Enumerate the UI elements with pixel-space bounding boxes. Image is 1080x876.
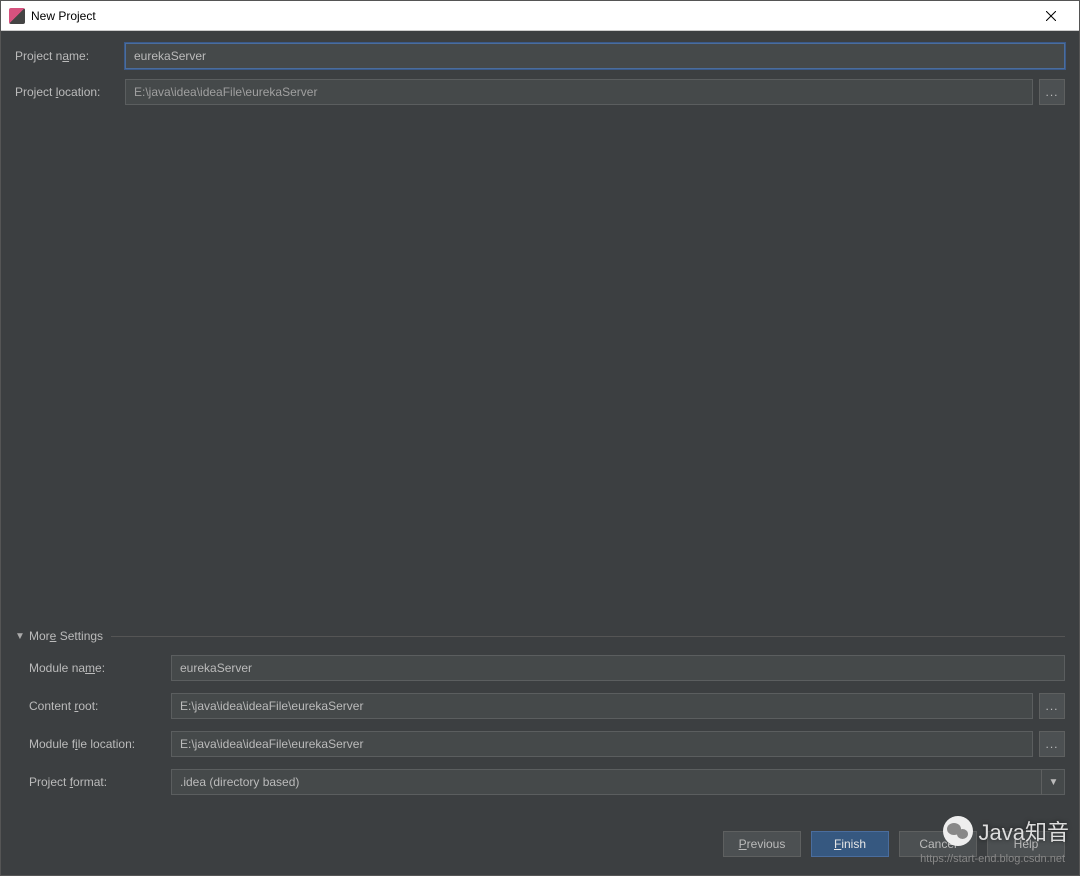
more-settings-label: More Settings <box>29 629 103 643</box>
close-button[interactable] <box>1031 2 1071 30</box>
project-name-row: Project name: <box>15 43 1065 69</box>
project-name-label: Project name: <box>15 49 125 63</box>
browse-content-root-button[interactable]: ... <box>1039 693 1065 719</box>
divider <box>111 636 1065 637</box>
project-format-label: Project format: <box>29 775 171 789</box>
chevron-down-icon: ▼ <box>15 631 25 642</box>
browse-location-button[interactable]: ... <box>1039 79 1065 105</box>
project-format-value[interactable] <box>171 769 1065 795</box>
content-root-row: Content root: ... <box>29 693 1065 719</box>
close-icon <box>1046 11 1056 21</box>
button-bar: Previous Finish Cancel Help <box>1 815 1079 875</box>
previous-button[interactable]: Previous <box>723 831 801 857</box>
app-icon <box>9 8 25 24</box>
titlebar: New Project <box>1 1 1079 31</box>
project-format-row: Project format: ▼ <box>29 769 1065 795</box>
module-file-location-row: Module file location: ... <box>29 731 1065 757</box>
module-name-label: Module name: <box>29 661 171 675</box>
top-form: Project name: Project location: ... <box>1 31 1079 127</box>
content-root-label: Content root: <box>29 699 171 713</box>
module-file-location-input[interactable] <box>171 731 1033 757</box>
finish-button[interactable]: Finish <box>811 831 889 857</box>
project-location-label: Project location: <box>15 85 125 99</box>
module-file-location-label: Module file location: <box>29 737 171 751</box>
browse-module-file-button[interactable]: ... <box>1039 731 1065 757</box>
help-button[interactable]: Help <box>987 831 1065 857</box>
project-format-select[interactable]: ▼ <box>171 769 1065 795</box>
project-location-row: Project location: ... <box>15 79 1065 105</box>
dialog-content: Project name: Project location: ... ▼ Mo… <box>1 31 1079 875</box>
more-settings-body: Module name: Content root: ... Module fi… <box>1 647 1079 815</box>
project-name-input[interactable] <box>125 43 1065 69</box>
cancel-button[interactable]: Cancel <box>899 831 977 857</box>
window-title: New Project <box>31 9 1031 23</box>
module-name-input[interactable] <box>171 655 1065 681</box>
chevron-down-icon: ▼ <box>1041 769 1065 795</box>
content-root-input[interactable] <box>171 693 1033 719</box>
more-settings-toggle[interactable]: ▼ More Settings <box>1 625 1079 647</box>
spacer <box>1 127 1079 625</box>
project-location-input[interactable] <box>125 79 1033 105</box>
module-name-row: Module name: <box>29 655 1065 681</box>
